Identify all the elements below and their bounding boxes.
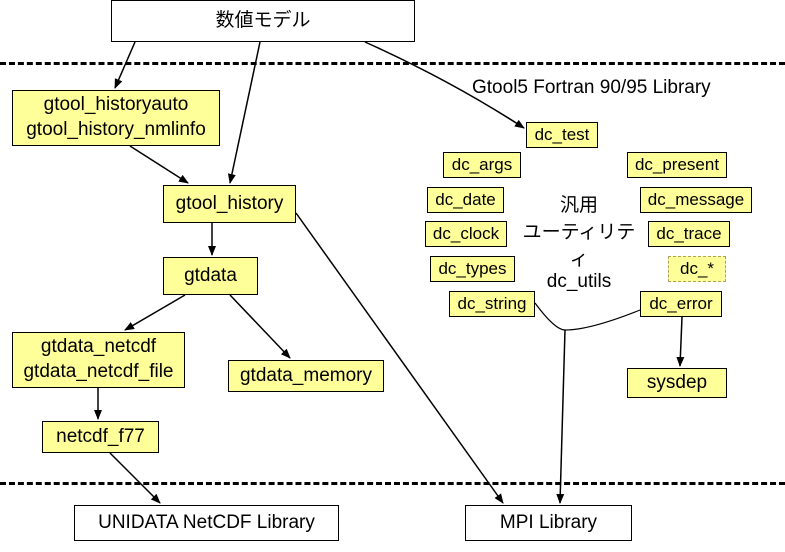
- node-label-line2: gtdata_netcdf_file: [23, 360, 173, 385]
- node-gtool-historyauto: gtool_historyauto gtool_history_nmlinfo: [12, 90, 220, 146]
- node-label: dc_present: [635, 154, 719, 176]
- node-label: dc_types: [438, 258, 506, 280]
- node-label: dc_error: [649, 293, 712, 315]
- node-label: dc_test: [535, 124, 590, 146]
- node-dc-trace: dc_trace: [648, 221, 730, 247]
- node-gtdata: gtdata: [163, 257, 258, 295]
- node-label: dc_clock: [433, 223, 499, 245]
- library-title: Gtool5 Fortran 90/95 Library: [472, 77, 711, 99]
- node-label-line1: gtool_historyauto: [44, 93, 189, 118]
- node-dc-args: dc_args: [443, 152, 521, 178]
- node-label: dc_message: [648, 189, 744, 211]
- node-mpi: MPI Library: [465, 505, 632, 541]
- node-label-line1: gtdata_netcdf: [41, 335, 156, 360]
- node-dc-test: dc_test: [526, 122, 598, 148]
- node-label: gtdata_memory: [240, 364, 372, 389]
- node-dc-types: dc_types: [430, 256, 515, 282]
- utils-label-line2: ユーティリティ: [514, 217, 644, 271]
- node-dc-present: dc_present: [627, 152, 727, 178]
- node-sysdep: sysdep: [627, 368, 727, 398]
- node-dc-clock: dc_clock: [425, 221, 507, 247]
- node-label: gtool_history: [176, 192, 284, 217]
- dashed-divider-bottom: [0, 482, 785, 485]
- utils-label-line3: dc_utils: [514, 271, 644, 293]
- node-label: dc_trace: [656, 223, 721, 245]
- node-unidata-netcdf: UNIDATA NetCDF Library: [74, 505, 339, 541]
- node-dc-wildcard: dc_*: [668, 256, 726, 282]
- node-label-line2: gtool_history_nmlinfo: [26, 118, 206, 143]
- node-label: UNIDATA NetCDF Library: [98, 511, 315, 536]
- node-label: 数値モデル: [215, 9, 310, 34]
- node-label: dc_string: [458, 293, 527, 315]
- node-gtool-history: gtool_history: [163, 185, 296, 223]
- node-label: gtdata: [184, 264, 237, 289]
- node-label: sysdep: [647, 371, 707, 396]
- node-dc-date: dc_date: [427, 187, 504, 213]
- node-label: dc_*: [680, 258, 714, 280]
- node-gtdata-netcdf: gtdata_netcdf gtdata_netcdf_file: [12, 332, 185, 388]
- utils-label-line1: 汎用: [514, 190, 644, 217]
- node-numerical-model: 数値モデル: [111, 0, 415, 42]
- node-label: dc_date: [435, 189, 496, 211]
- node-dc-message: dc_message: [640, 187, 752, 213]
- node-dc-error: dc_error: [640, 291, 722, 317]
- node-netcdf-f77: netcdf_f77: [42, 421, 159, 453]
- node-label: MPI Library: [500, 511, 597, 536]
- node-label: dc_args: [452, 154, 512, 176]
- node-dc-string: dc_string: [449, 291, 535, 317]
- node-label: netcdf_f77: [56, 425, 145, 450]
- dashed-divider-top: [0, 62, 785, 65]
- node-gtdata-memory: gtdata_memory: [228, 360, 384, 392]
- utils-label: 汎用 ユーティリティ dc_utils: [514, 190, 644, 293]
